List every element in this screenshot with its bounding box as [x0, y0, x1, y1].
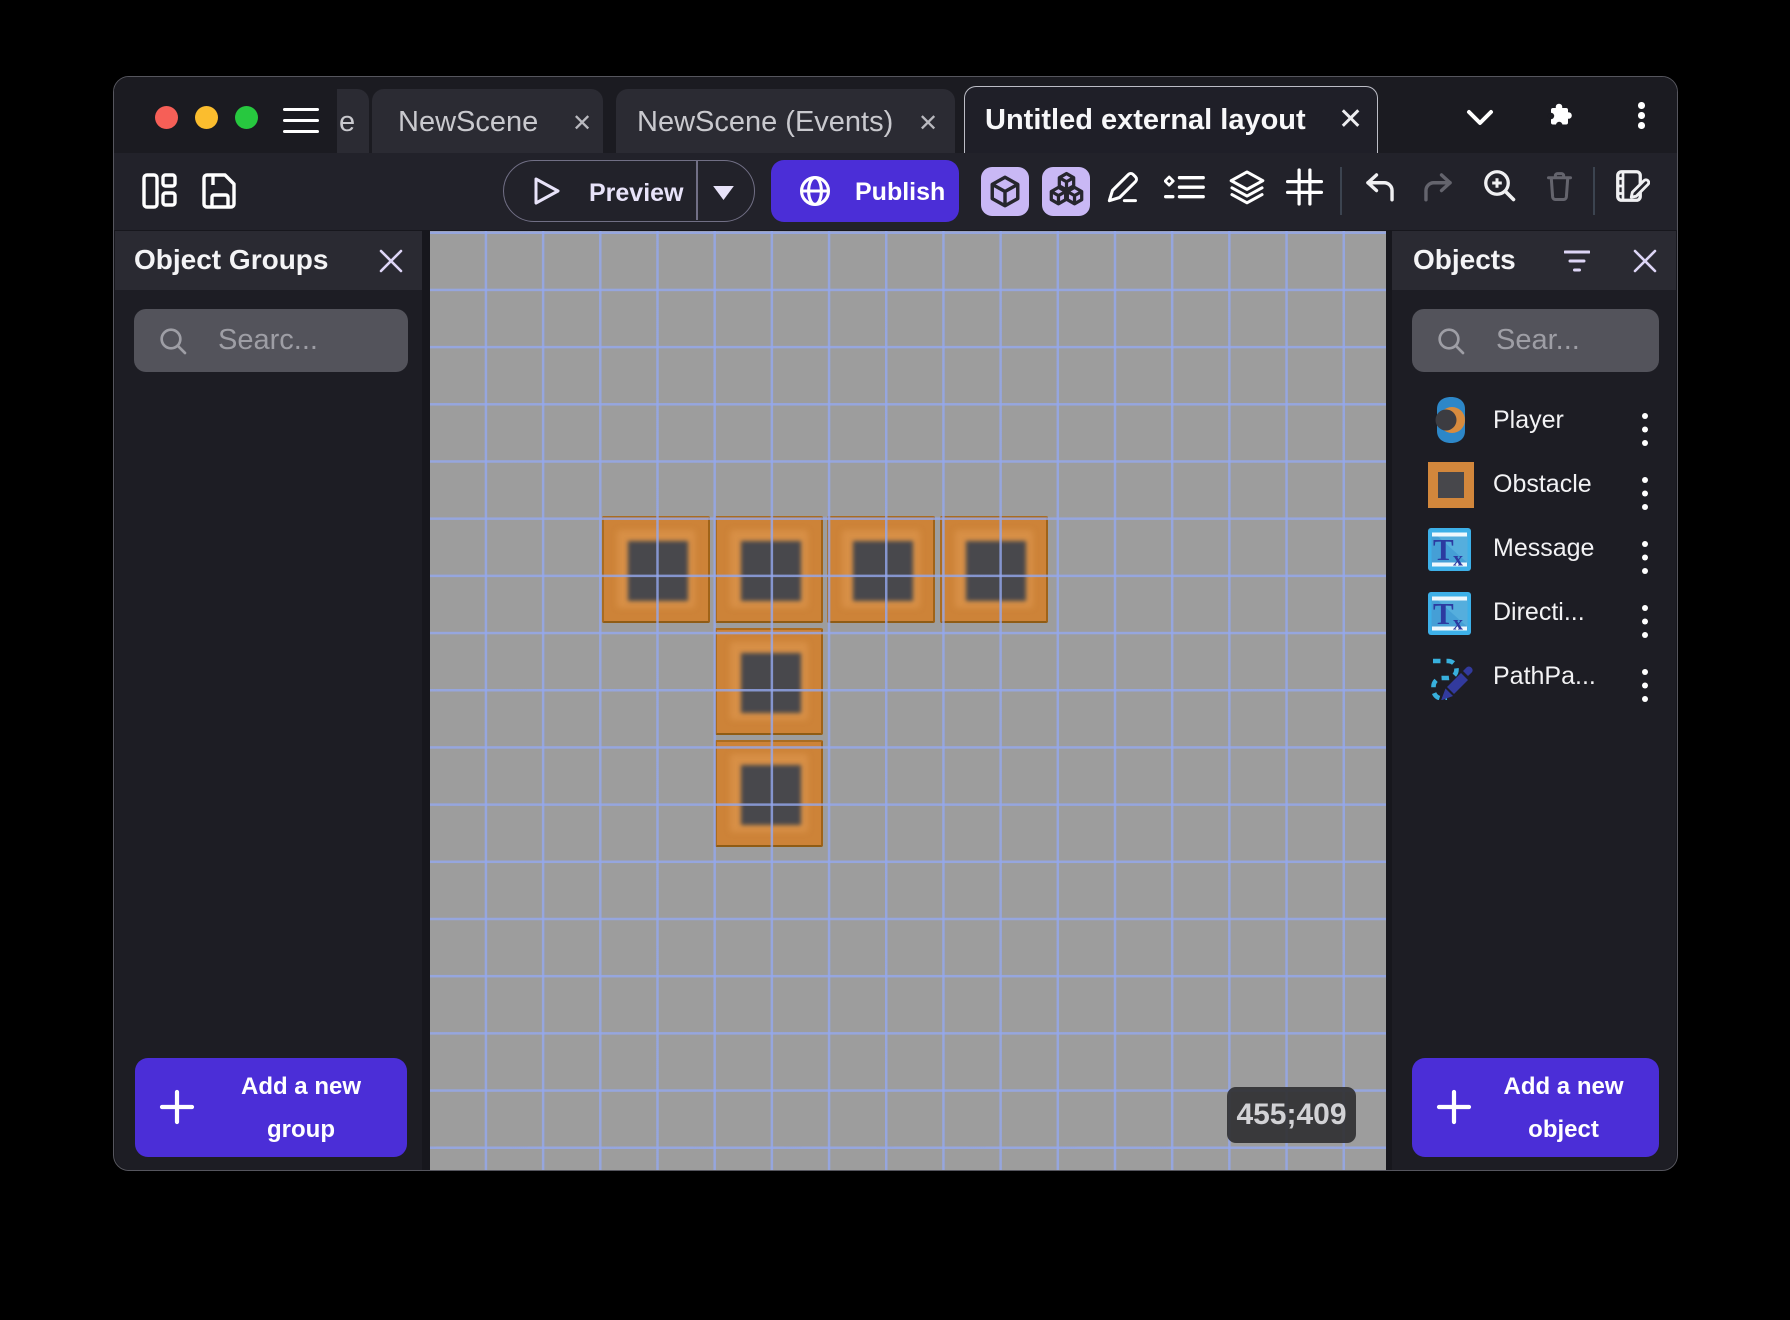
svg-text:x: x — [1453, 549, 1463, 571]
svg-text:T: T — [1433, 532, 1454, 567]
svg-text:x: x — [1453, 613, 1463, 635]
svg-text:T: T — [1433, 596, 1454, 631]
